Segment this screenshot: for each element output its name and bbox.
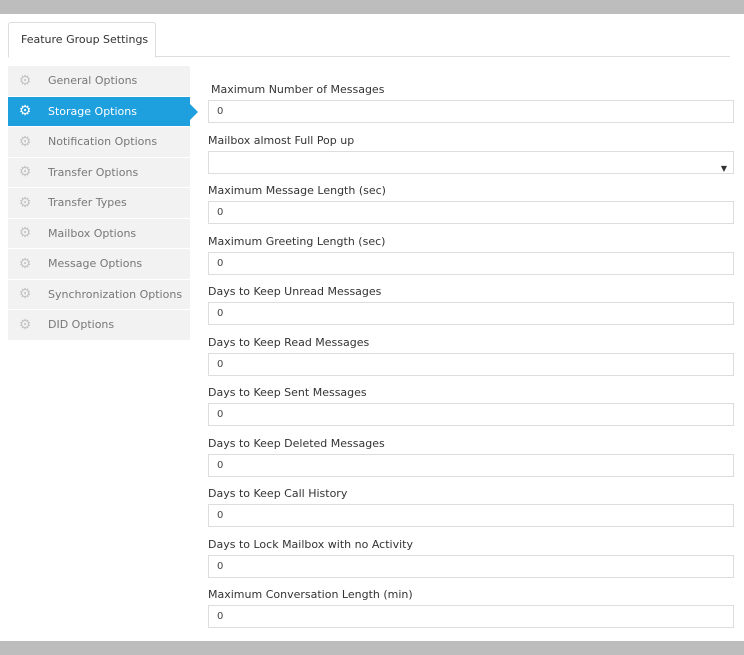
caret-down-icon: ▼ [720, 164, 727, 173]
field-label: Days to Keep Call History [208, 487, 348, 500]
sidebar-item-general-options[interactable]: ⚙ General Options [8, 66, 190, 97]
max-messages-input[interactable]: 0 [208, 100, 734, 123]
sidebar-item-label: Message Options [48, 257, 143, 271]
field-label: Days to Keep Read Messages [208, 336, 370, 349]
sidebar-item-label: General Options [48, 74, 138, 88]
sidebar-item-label: Notification Options [48, 135, 158, 149]
field-label: Mailbox almost Full Pop up [208, 134, 355, 147]
sidebar-item-storage-options[interactable]: ⚙ Storage Options [8, 96, 198, 127]
gear-icon: ⚙ [18, 72, 32, 89]
gear-icon: ⚙ [18, 194, 32, 211]
tab-bar: Feature Group Settings [8, 22, 730, 58]
field-label: Days to Keep Unread Messages [208, 285, 382, 298]
lock-mailbox-days-input[interactable]: 0 [208, 555, 734, 578]
max-message-length-input[interactable]: 0 [208, 201, 734, 224]
gear-icon: ⚙ [18, 255, 32, 272]
settings-panel: Feature Group Settings ⚙ General Options… [0, 14, 744, 641]
keep-unread-days-input[interactable]: 0 [208, 302, 734, 325]
sidebar-item-message-options[interactable]: ⚙ Message Options [8, 249, 190, 280]
mailbox-full-popup-select[interactable]: ▼ [208, 151, 734, 174]
keep-sent-days-input[interactable]: 0 [208, 403, 734, 426]
gear-icon: ⚙ [18, 164, 32, 181]
field-label: Days to Keep Deleted Messages [208, 437, 385, 450]
sidebar: ⚙ General Options ⚙ Storage Options ⚙ No… [8, 66, 198, 341]
sidebar-item-label: Mailbox Options [48, 226, 137, 240]
sidebar-item-transfer-types[interactable]: ⚙ Transfer Types [8, 188, 190, 219]
sidebar-item-mailbox-options[interactable]: ⚙ Mailbox Options [8, 218, 190, 249]
field-label: Maximum Message Length (sec) [208, 184, 386, 197]
max-conversation-length-input[interactable]: 0 [208, 605, 734, 628]
sidebar-item-notification-options[interactable]: ⚙ Notification Options [8, 127, 190, 158]
gear-icon: ⚙ [18, 225, 32, 242]
field-label: Days to Lock Mailbox with no Activity [208, 538, 413, 551]
field-label: Maximum Conversation Length (min) [208, 588, 413, 601]
sidebar-item-synchronization-options[interactable]: ⚙ Synchronization Options [8, 279, 190, 310]
tab-label: Feature Group Settings [21, 33, 149, 46]
gear-icon: ⚙ [18, 103, 32, 120]
field-label: Days to Keep Sent Messages [208, 386, 367, 399]
sidebar-item-transfer-options[interactable]: ⚙ Transfer Options [8, 157, 190, 188]
field-label: Maximum Number of Messages [211, 83, 385, 96]
tab-feature-group-settings[interactable]: Feature Group Settings [8, 22, 156, 58]
keep-call-history-days-input[interactable]: 0 [208, 504, 734, 527]
gear-icon: ⚙ [18, 286, 32, 303]
sidebar-item-label: Transfer Options [48, 165, 139, 179]
sidebar-item-label: Storage Options [48, 104, 137, 118]
keep-deleted-days-input[interactable]: 0 [208, 454, 734, 477]
sidebar-item-label: DID Options [48, 318, 115, 332]
gear-icon: ⚙ [18, 133, 32, 150]
sidebar-item-did-options[interactable]: ⚙ DID Options [8, 310, 190, 341]
max-greeting-length-input[interactable]: 0 [208, 252, 734, 275]
field-label: Maximum Greeting Length (sec) [208, 235, 386, 248]
keep-read-days-input[interactable]: 0 [208, 353, 734, 376]
sidebar-item-label: Synchronization Options [48, 287, 183, 301]
gear-icon: ⚙ [18, 316, 32, 333]
sidebar-item-label: Transfer Types [48, 196, 127, 210]
